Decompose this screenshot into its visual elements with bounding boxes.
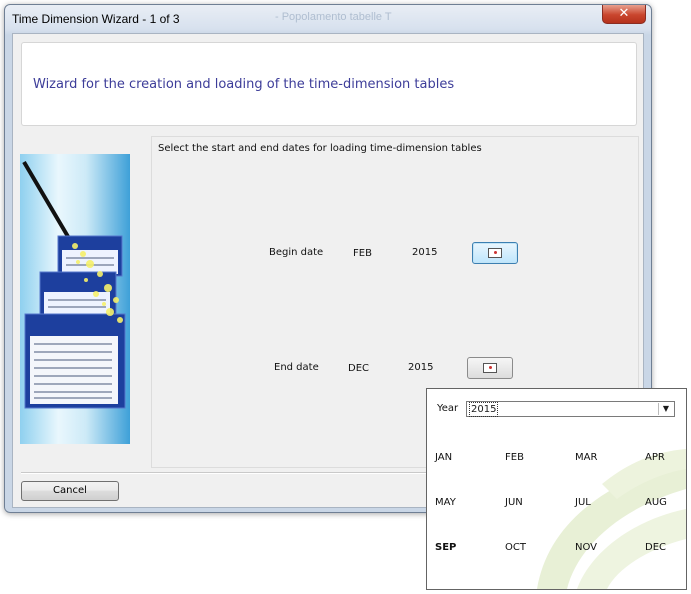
month-picker-popup: Year 2015 ▼ JAN FEB MAR APR MAY JUN JUL … [426, 388, 687, 590]
month-oct[interactable]: OCT [505, 542, 526, 553]
month-may[interactable]: MAY [435, 497, 456, 508]
background-window-title: - Popolamento tabelle T [275, 11, 392, 23]
end-date-label: End date [274, 362, 319, 373]
begin-date-month: FEB [353, 248, 372, 259]
close-icon: ✕ [618, 6, 630, 21]
calendar-icon [488, 248, 502, 258]
title-bar[interactable]: Time Dimension Wizard - 1 of 3 - Popolam… [5, 5, 651, 31]
calendar-icon [483, 363, 497, 373]
end-date-picker-button[interactable] [467, 357, 513, 379]
window-title: Time Dimension Wizard - 1 of 3 [12, 12, 180, 26]
magic-wand-tables-icon [22, 160, 126, 409]
month-mar[interactable]: MAR [575, 452, 597, 463]
month-aug[interactable]: AUG [645, 497, 667, 508]
instruction-text: Select the start and end dates for loadi… [158, 143, 482, 154]
end-date-month: DEC [348, 363, 370, 374]
year-dropdown-value: 2015 [469, 402, 499, 417]
watermark-logo [537, 449, 686, 589]
month-feb[interactable]: FEB [505, 452, 524, 463]
begin-date-label: Begin date [269, 247, 324, 258]
month-sep[interactable]: SEP [435, 542, 456, 553]
month-jul[interactable]: JUL [575, 497, 591, 508]
month-jun[interactable]: JUN [505, 497, 523, 508]
end-date-year: 2015 [408, 362, 434, 373]
year-label: Year [437, 403, 459, 414]
begin-date-year: 2015 [412, 247, 438, 258]
month-apr[interactable]: APR [645, 452, 665, 463]
begin-date-picker-button[interactable] [472, 242, 518, 264]
month-nov[interactable]: NOV [575, 542, 597, 553]
close-button[interactable]: ✕ [602, 5, 646, 24]
wizard-heading: Wizard for the creation and loading of t… [33, 77, 455, 92]
wizard-illustration [20, 154, 130, 444]
wizard-header-panel: Wizard for the creation and loading of t… [21, 42, 637, 126]
month-dec[interactable]: DEC [645, 542, 666, 553]
month-jan[interactable]: JAN [435, 452, 452, 463]
year-dropdown[interactable]: 2015 ▼ [466, 401, 675, 417]
cancel-button[interactable]: Cancel [21, 481, 119, 501]
chevron-down-icon[interactable]: ▼ [658, 403, 673, 415]
